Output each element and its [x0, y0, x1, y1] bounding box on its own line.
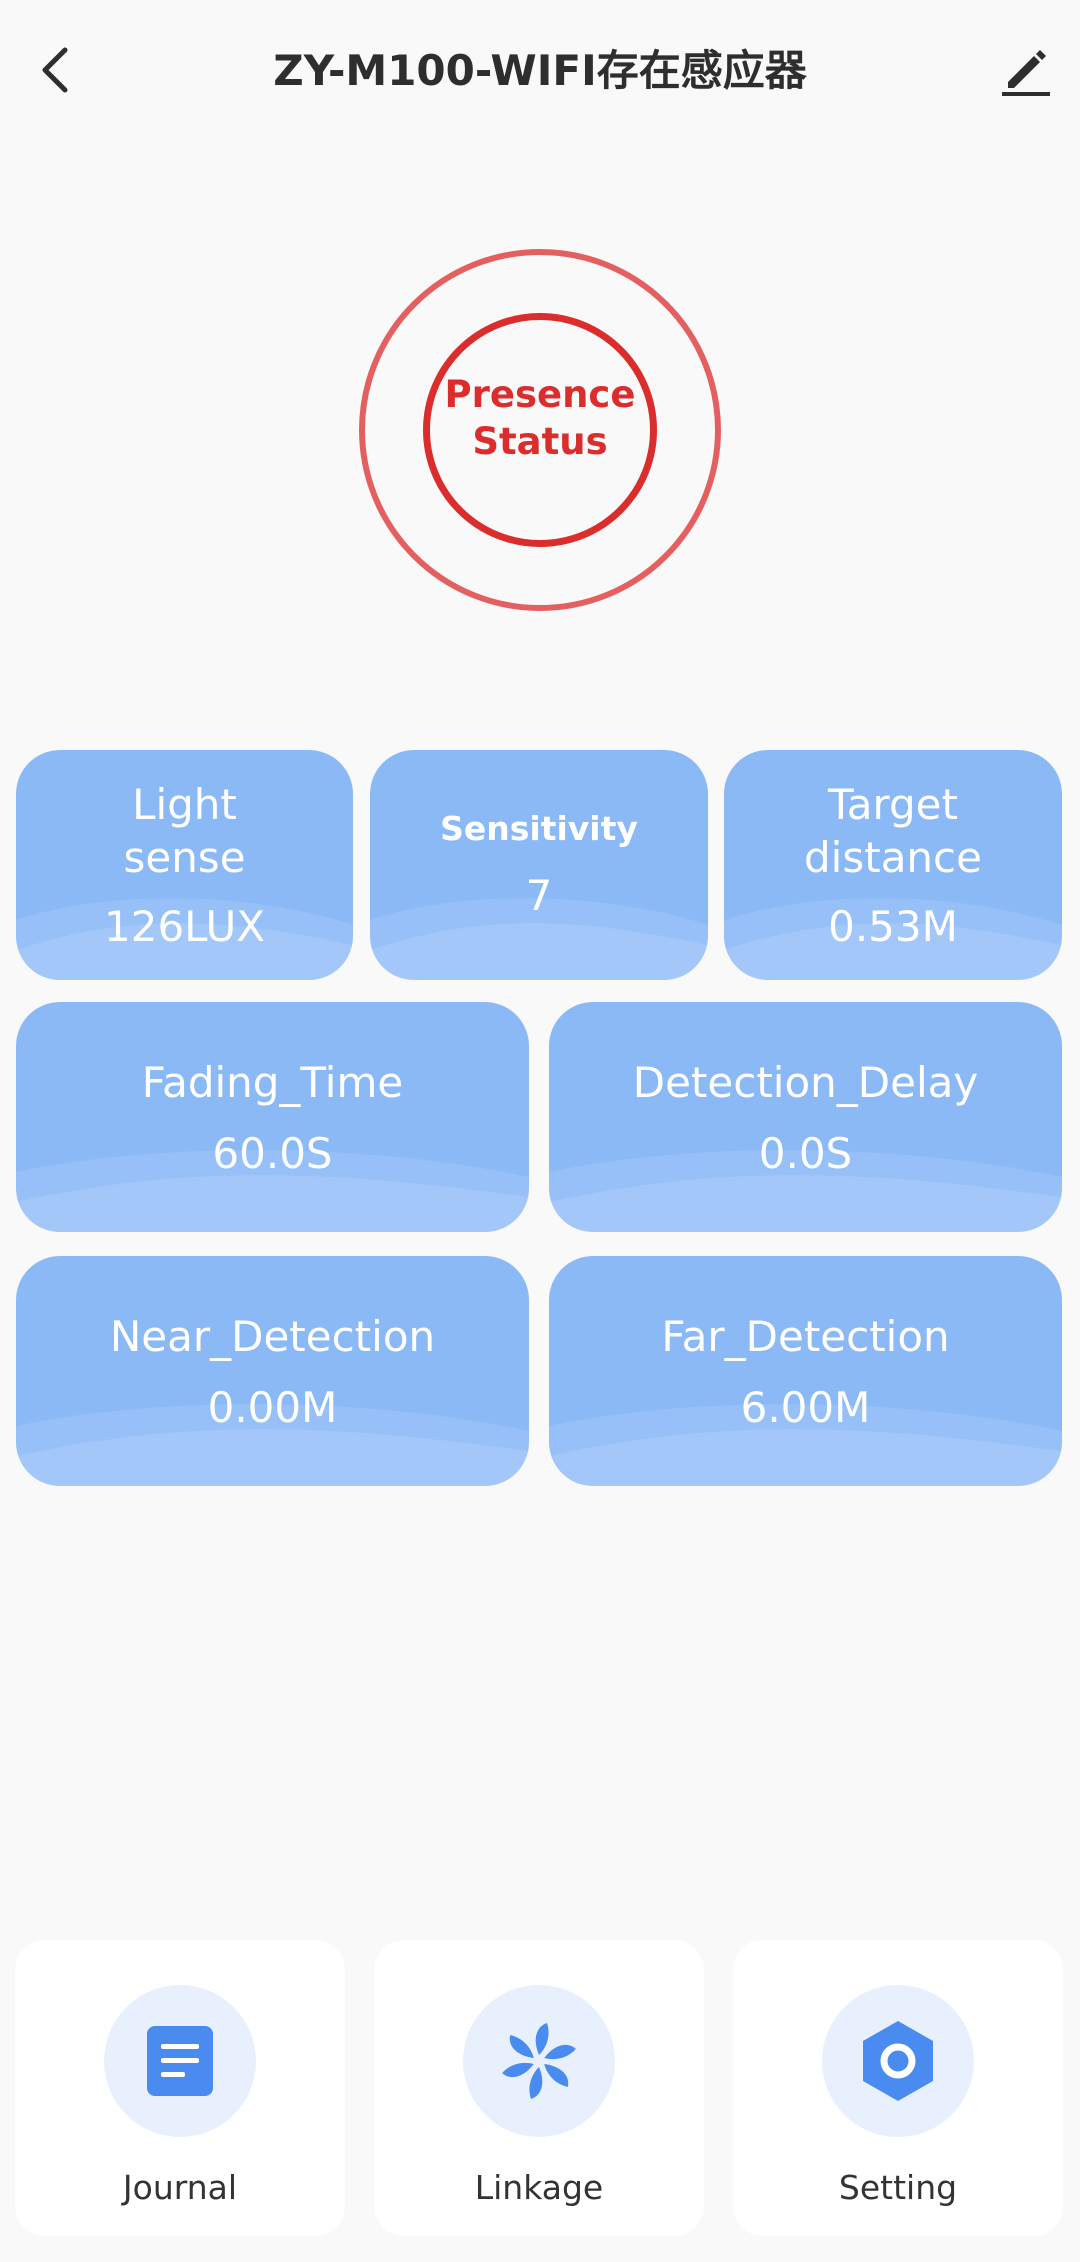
page-title: ZY-M100-WIFI存在感应器 [273, 46, 807, 95]
detection-delay-value: 0.0S [758, 1129, 853, 1178]
near-detection-card[interactable]: Near_Detection 0.00M [16, 1256, 529, 1486]
presence-label-line2: Status [472, 420, 608, 463]
hexagon-settings-icon [863, 2021, 933, 2101]
pencil-icon [1002, 50, 1050, 96]
light-sense-value: 126LUX [104, 902, 265, 951]
light-sense-card[interactable]: Light sense 126LUX [16, 750, 353, 980]
near-detection-value: 0.00M [207, 1383, 338, 1432]
sensitivity-label: Sensitivity [440, 809, 638, 848]
far-detection-value: 6.00M [740, 1383, 871, 1432]
detection-delay-label: Detection_Delay [632, 1058, 979, 1107]
target-distance-label: Target distance [804, 780, 982, 882]
sensitivity-value: 7 [525, 871, 553, 920]
chevron-left-icon [42, 47, 68, 93]
fading-time-card[interactable]: Fading_Time 60.0S [16, 1002, 529, 1232]
linkage-label: Linkage [474, 2168, 604, 2207]
target-distance-card[interactable]: Target distance 0.53M [724, 750, 1062, 980]
light-sense-label: Light sense [123, 780, 246, 882]
presence-label-line1: Presence [444, 373, 636, 416]
far-detection-label: Far_Detection [661, 1312, 950, 1361]
pinwheel-icon [502, 2023, 576, 2099]
target-distance-value: 0.53M [828, 902, 958, 951]
top-bar: ZY-M100-WIFI存在感应器 [0, 0, 1080, 140]
sensitivity-card[interactable]: Sensitivity 7 [370, 750, 708, 980]
linkage-icon-badge [463, 1985, 615, 2137]
journal-button[interactable]: Journal [15, 1940, 345, 2236]
near-detection-label: Near_Detection [109, 1312, 436, 1361]
setting-label: Setting [838, 2168, 958, 2207]
presence-status-label: Presence Status [355, 371, 725, 465]
setting-icon-badge [822, 1985, 974, 2137]
setting-button[interactable]: Setting [733, 1940, 1063, 2236]
fading-time-label: Fading_Time [141, 1058, 404, 1107]
journal-label: Journal [122, 2168, 238, 2207]
edit-button[interactable] [990, 32, 1062, 108]
far-detection-card[interactable]: Far_Detection 6.00M [549, 1256, 1062, 1486]
fading-time-value: 60.0S [212, 1129, 333, 1178]
back-button[interactable] [22, 32, 88, 108]
journal-icon-badge [104, 1985, 256, 2137]
document-icon [147, 2026, 213, 2096]
linkage-button[interactable]: Linkage [374, 1940, 704, 2236]
presence-status-indicator: Presence Status [355, 245, 725, 615]
detection-delay-card[interactable]: Detection_Delay 0.0S [549, 1002, 1062, 1232]
